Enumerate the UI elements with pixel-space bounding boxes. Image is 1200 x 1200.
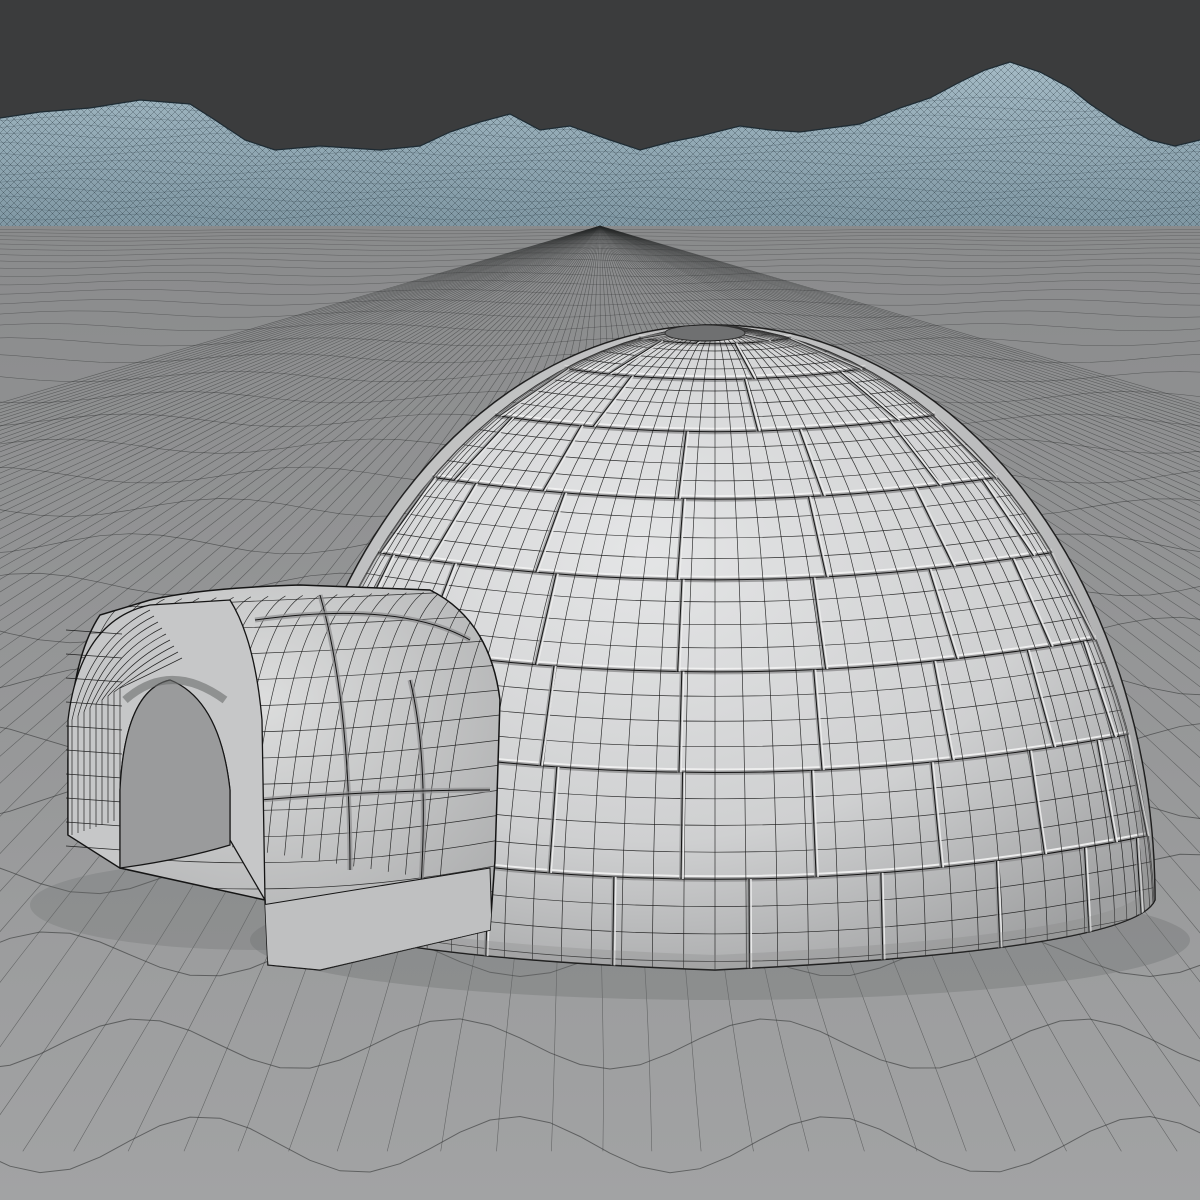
3d-viewport[interactable] — [0, 0, 1200, 1200]
mountain-range — [0, 0, 1200, 240]
igloo-wireframe-scene — [0, 0, 1200, 1200]
